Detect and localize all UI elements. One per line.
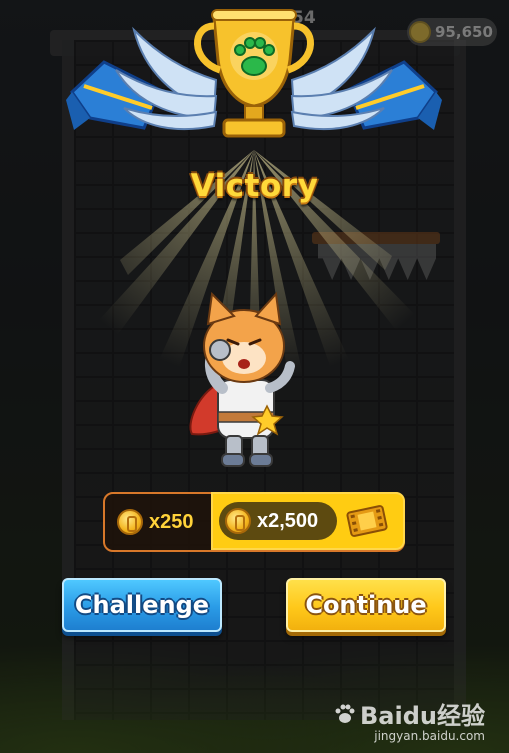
challenge-button[interactable]: Challenge (62, 578, 222, 632)
cat-knight-character (189, 291, 295, 467)
base-reward-amount: x250 (149, 510, 194, 533)
base-reward: x250 (105, 494, 211, 550)
video-ticket-icon (346, 505, 388, 537)
trophy-icon (66, 9, 442, 138)
victory-title: Victory (190, 168, 319, 204)
reward-panel: x250 x2,500 (103, 492, 405, 552)
watermark-brand: Baidu经验 (360, 702, 485, 730)
victory-screen: 54 95,650 Victory x250 x2,500 Challenge … (0, 0, 509, 753)
watermark-logo: Baidu经验 (334, 696, 485, 731)
bonus-reward-pill: x2,500 (219, 502, 337, 540)
watermark-site: jingyan.baidu.com (374, 729, 485, 743)
gold-coin-icon (117, 509, 143, 535)
continue-button[interactable]: Continue (286, 578, 446, 632)
video-bonus-reward-button[interactable]: x2,500 (211, 492, 405, 550)
paw-icon (335, 704, 355, 723)
gold-coin-icon (225, 508, 251, 534)
bonus-reward-amount: x2,500 (257, 509, 319, 532)
watermark: Baidu经验 jingyan.baidu.com (334, 696, 485, 743)
